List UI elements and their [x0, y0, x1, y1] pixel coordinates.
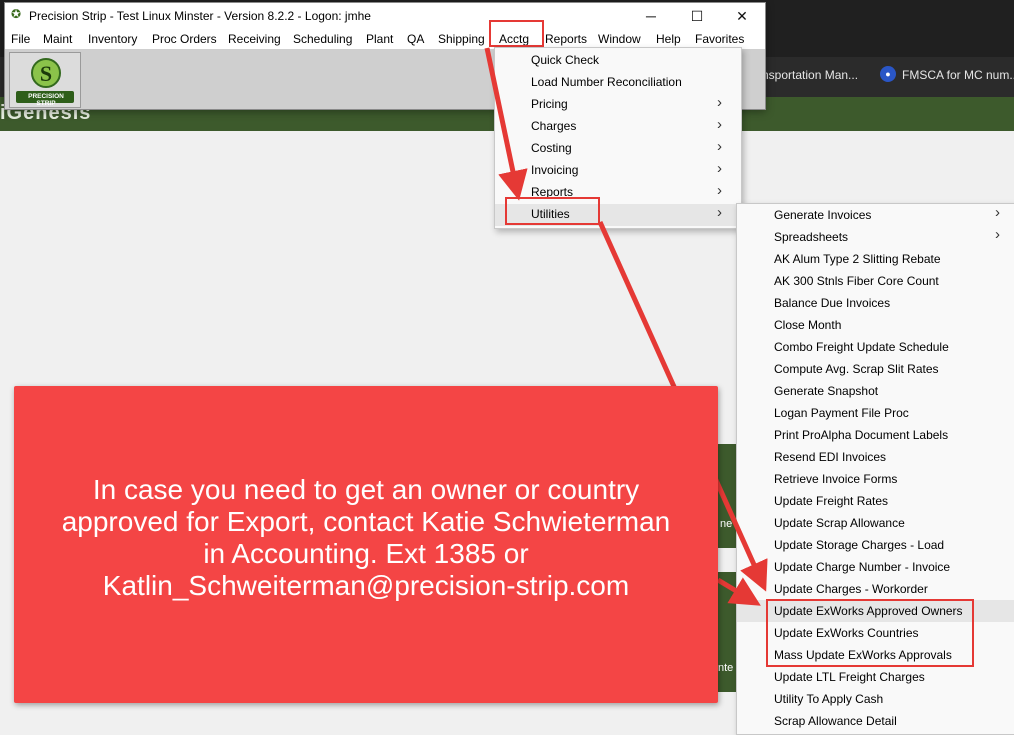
instruction-callout: In case you need to get an owner or coun… — [14, 386, 718, 703]
arrow-acctg-to-utilities — [484, 47, 528, 201]
callout-text: In case you need to get an owner or coun… — [61, 474, 671, 601]
arrow-callout-to-exworks — [716, 577, 761, 606]
